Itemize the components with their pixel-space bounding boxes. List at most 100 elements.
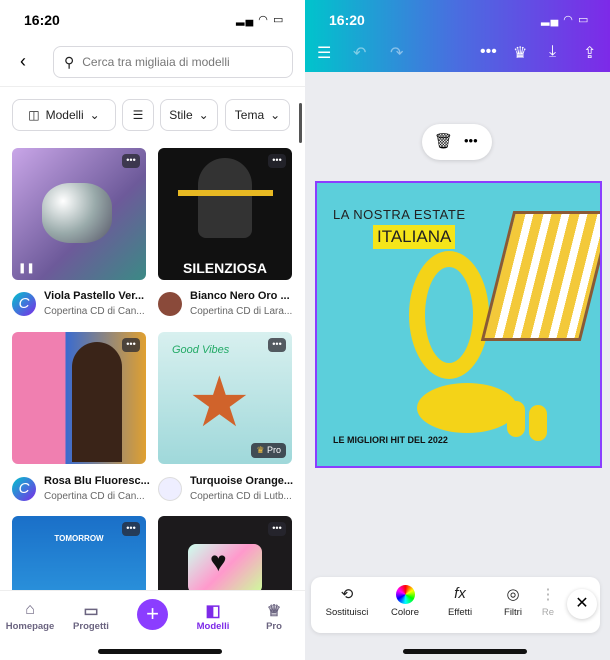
more-button[interactable]: ••• [268, 522, 286, 536]
card-title[interactable]: Rosa Blu Fluoresc... [44, 475, 150, 487]
templates-icon: ◧ [205, 603, 221, 620]
template-card[interactable]: SILENZIOSA ••• [158, 148, 292, 280]
more-icon[interactable]: ••• [480, 43, 497, 61]
design-canvas[interactable]: LA NOSTRA ESTATE ITALIANA LE MIGLIORI HI… [315, 181, 602, 468]
editor-header: 16:20 ▂▄ ◠ ▭ ☰ ↶ ↷ ••• ♛ ⤓ ⇪ [305, 0, 610, 72]
tool-label: Effetti [447, 607, 473, 618]
status-icons: ▂▄ ◠ ▭ [236, 14, 285, 26]
more-button[interactable]: ••• [268, 154, 286, 168]
crown-icon[interactable]: ♛ [513, 43, 527, 63]
template-card[interactable]: Good Vibes ★ ♛ Pro ••• [158, 332, 292, 464]
card-meta: Turquoise Orange... Copertina CD di Lutb… [158, 475, 298, 507]
card-title[interactable]: Viola Pastello Ver... [44, 290, 144, 302]
filter-modelli[interactable]: ◫ Modelli ⌄ [12, 99, 116, 131]
hat-image [417, 383, 517, 433]
home-icon: ⌂ [25, 601, 35, 618]
chevron-down-icon: ⌄ [270, 108, 281, 122]
nav-homepage[interactable]: ⌂ Homepage [0, 601, 60, 632]
pro-badge: ♛ Pro [251, 443, 286, 458]
card-image [198, 158, 252, 238]
download-icon[interactable]: ⤓ [549, 43, 556, 61]
canva-avatar: C [12, 292, 36, 316]
element-toolbar: 🗑 ••• [422, 124, 492, 160]
more-button[interactable]: ••• [122, 522, 140, 536]
sliders-icon: ☰ [132, 108, 144, 122]
nav-progetti[interactable]: ▭ Progetti [61, 601, 121, 632]
flipflop-image [529, 405, 547, 441]
more-icon[interactable]: ••• [464, 133, 478, 148]
deckchair-image [480, 211, 600, 341]
pause-icon[interactable]: ❚❚ [18, 263, 35, 274]
nav-modelli[interactable]: ◧ Modelli [183, 601, 243, 632]
card-subtitle: Copertina CD di Can... [44, 306, 145, 317]
bottom-toolbar: ⟲ Sostituisci Colore fx Effetti ◎ Filtri ⋮ R… [311, 577, 600, 633]
search-input[interactable]: ⚲ Cerca tra migliaia di modelli [53, 46, 293, 78]
design-title-line2[interactable]: ITALIANA [373, 225, 456, 249]
nav-label: Homepage [5, 621, 55, 632]
tool-label: Filtri [504, 607, 522, 618]
design-footer-text[interactable]: LE MIGLIORI HIT DEL 2022 [333, 435, 448, 445]
chevron-down-icon: ⌄ [89, 108, 100, 122]
card-meta: Bianco Nero Oro ... Copertina CD di Lara… [158, 290, 298, 322]
more-button[interactable]: ••• [122, 338, 140, 352]
more-button[interactable]: ••• [268, 338, 286, 352]
badge-label: Pro [266, 445, 281, 455]
redo-icon[interactable]: ↷ [390, 43, 403, 63]
back-button[interactable]: ‹ [20, 51, 26, 72]
crown-icon: ♛ [256, 445, 265, 455]
template-card[interactable]: ❚❚ ••• [12, 148, 146, 280]
filter-label: Tema [234, 108, 265, 122]
card-meta: C Rosa Blu Fluoresc... Copertina CD di C… [12, 475, 152, 507]
tool-label: Sostituisci [325, 607, 369, 618]
close-button[interactable]: ✕ [567, 589, 597, 619]
filter-label: Stile [169, 108, 193, 122]
card-meta: C Viola Pastello Ver... Copertina CD di … [12, 290, 152, 322]
canva-avatar: C [12, 477, 36, 501]
tool-effetti[interactable]: fx Effetti [430, 585, 490, 618]
create-button[interactable]: + [137, 599, 168, 630]
chevron-down-icon: ⌄ [198, 108, 209, 122]
nav-pro[interactable]: ♕ Pro [244, 601, 304, 632]
author-avatar [158, 477, 182, 501]
filter-settings-button[interactable]: ☰ [122, 99, 154, 131]
scrollbar[interactable] [299, 103, 302, 143]
design-title-line1[interactable]: LA NOSTRA ESTATE [333, 207, 466, 222]
card-subtitle: Copertina CD di Lara... [190, 306, 293, 317]
card-title[interactable]: Bianco Nero Oro ... [190, 290, 290, 302]
card-title[interactable]: Turquoise Orange... [190, 475, 293, 487]
card-image [42, 183, 112, 243]
replace-icon: ⟲ [340, 586, 354, 603]
tool-label: Re [541, 607, 555, 618]
tool-sostituisci[interactable]: ⟲ Sostituisci [317, 585, 377, 618]
status-icons: ▂▄ ◠ ▭ [541, 14, 590, 26]
card-image [72, 342, 122, 462]
tool-colore[interactable]: Colore [375, 585, 435, 618]
gold-stripe [178, 190, 273, 196]
template-browser-panel: 16:20 ▂▄ ◠ ▭ ‹ ⚲ Cerca tra migliaia di m… [0, 0, 305, 660]
nav-label: Modelli [196, 621, 230, 632]
color-wheel-icon [375, 585, 435, 607]
plus-icon: + [146, 601, 159, 626]
share-icon[interactable]: ⇪ [583, 43, 596, 63]
filter-tema[interactable]: Tema ⌄ [225, 99, 290, 131]
filter-label: Modelli [45, 108, 84, 122]
starfish-image: ★ [188, 363, 251, 441]
author-avatar [158, 292, 182, 316]
home-indicator [403, 649, 527, 654]
more-button[interactable]: ••• [122, 154, 140, 168]
card-subtitle: Copertina CD di Lutb... [190, 491, 292, 502]
adjust-icon: ⋮ [540, 586, 556, 603]
template-card[interactable]: ••• [12, 332, 146, 464]
tool-truncated[interactable]: ⋮ Re [533, 585, 563, 618]
nav-label: Progetti [73, 621, 109, 632]
card-subtitle: Copertina CD di Can... [44, 491, 145, 502]
filter-stile[interactable]: Stile ⌄ [160, 99, 218, 131]
trash-icon[interactable]: 🗑 [434, 132, 453, 150]
divider [0, 86, 305, 87]
menu-icon[interactable]: ☰ [317, 43, 331, 63]
flipflop-image [507, 401, 525, 437]
tool-label: Colore [391, 607, 419, 618]
status-time: 16:20 [24, 12, 60, 28]
close-icon: ✕ [575, 595, 589, 612]
undo-icon[interactable]: ↶ [353, 43, 366, 63]
